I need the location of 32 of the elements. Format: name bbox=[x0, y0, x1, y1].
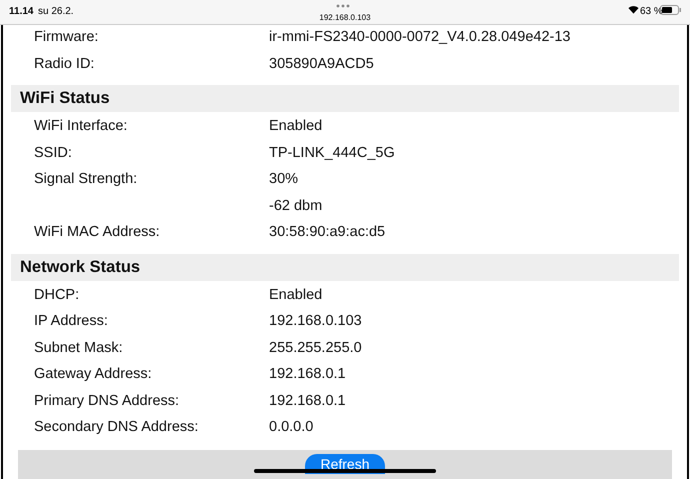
field-label: WiFi MAC Address: bbox=[34, 224, 160, 240]
field-label: WiFi Interface: bbox=[34, 118, 128, 134]
section-header: Network Status bbox=[11, 254, 679, 280]
field-label: Signal Strength: bbox=[34, 171, 138, 188]
field-value: -62 dbm bbox=[269, 196, 322, 216]
field-label: Secondary DNS Address: bbox=[34, 419, 198, 436]
field-label: Radio ID: bbox=[34, 56, 94, 72]
field-label: DHCP: bbox=[34, 286, 80, 303]
field-value: ir-mmi-FS2340-0000-0072_V4.0.28.049e42-13 bbox=[269, 28, 570, 48]
field-value: 192.168.0.103 bbox=[269, 312, 362, 332]
field-value: 0.0.0.0 bbox=[269, 418, 314, 438]
url-text[interactable]: 192.168.0.103 bbox=[319, 12, 371, 24]
field-label: IP Address: bbox=[34, 313, 108, 330]
field-label: Firmware: bbox=[34, 29, 98, 46]
section-header: WiFi Status bbox=[11, 85, 679, 112]
field-value: TP-LINK_444C_5G bbox=[269, 144, 395, 163]
wifi-icon bbox=[628, 5, 639, 14]
field-value: 305890A9ACD5 bbox=[269, 54, 374, 74]
clock: 11.14 bbox=[9, 5, 34, 19]
field-value: 30:58:90:a9:ac:d5 bbox=[269, 223, 386, 242]
field-label: Primary DNS Address: bbox=[34, 392, 180, 409]
field-label: Subnet Mask: bbox=[34, 340, 123, 356]
field-value: 192.168.0.1 bbox=[269, 365, 346, 384]
field-value: 192.168.0.1 bbox=[269, 392, 346, 411]
field-value: 30% bbox=[269, 170, 298, 190]
more-icon bbox=[336, 4, 350, 8]
date: su 26.2. bbox=[38, 5, 74, 19]
field-label: Gateway Address: bbox=[34, 366, 152, 382]
field-label: SSID: bbox=[34, 144, 72, 161]
field-value: Enabled bbox=[269, 286, 322, 305]
field-value: 255.255.255.0 bbox=[269, 338, 362, 358]
field-value: Enabled bbox=[269, 117, 322, 136]
